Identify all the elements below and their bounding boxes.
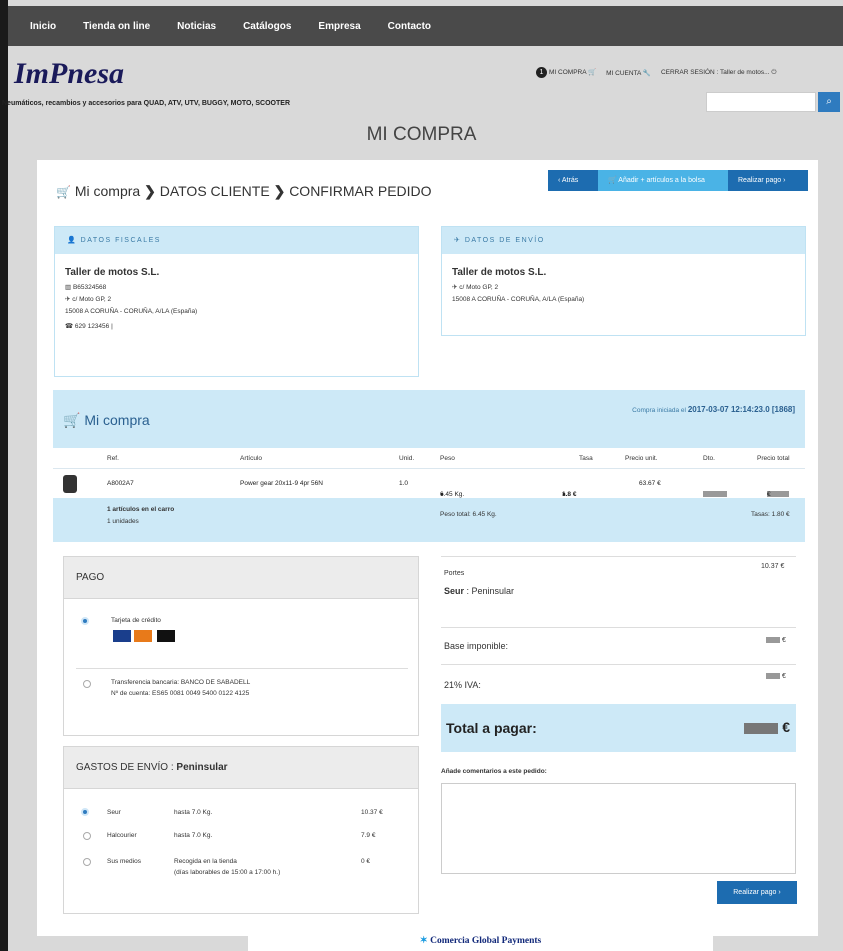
logout-link[interactable]: CERRAR SESIÓN : Taller de motos... ⏻ [661,69,777,77]
shipping-costs-box: GASTOS DE ENVÍO : Peninsular Seur hasta … [63,746,419,914]
power-icon: ⏻ [771,68,777,76]
fiscal-data-header: 👤 DATOS FISCALES [55,227,418,254]
shipping-street: ✈ c/ Moto GP, 2 [452,284,499,291]
radio-sus-medios[interactable] [83,858,91,866]
tire-thumbnail[interactable] [63,475,77,493]
step-confirm: CONFIRMAR PEDIDO [289,183,432,199]
radio-credit-card[interactable] [81,617,89,625]
cart-title: 🛒 Mi compra [63,412,150,428]
base-value: € [766,637,786,644]
table-row: A8002A7 Power gear 20x11-9 4pr 56N 1.0 ●… [53,468,805,498]
payment-gateway-banner: ✶ Comercia Global Payments [248,932,713,951]
shipping-costs-header: GASTOS DE ENVÍO : Peninsular [64,747,418,789]
cart-link[interactable]: 1 MI COMPRA 🛒 [536,67,596,78]
divider [441,664,796,665]
radio-seur[interactable] [81,808,89,816]
comments-textarea[interactable] [441,783,796,874]
action-buttons: ‹ Atrás 🛒 Añadir + artículos a la bolsa … [548,170,808,191]
account-link[interactable]: MI CUENTA 🔧 [606,69,651,77]
brand-logo[interactable]: ImPnesa [14,57,124,91]
divider [441,556,796,557]
cart-section: 🛒 Mi compra Compra iniciada el 2017-03-0… [53,390,805,542]
cart-icon: 🛒 [588,69,597,76]
breadcrumb: 🛒 Mi compra ❯ DATOS CLIENTE ❯ CONFIRMAR … [56,183,432,200]
map-marker-icon: ✈ [65,296,71,303]
fiscal-name: Taller de motos S.L. [65,267,160,278]
step-client[interactable]: DATOS CLIENTE [160,183,270,199]
chevron-right-icon: ❯ [144,183,160,199]
total-value: € [744,719,790,735]
map-marker-icon: ✈ [452,284,458,291]
user-navigation: 1 MI COMPRA 🛒 MI CUENTA 🔧 CERRAR SESIÓN :… [536,67,777,78]
lacaixa-star-icon: ✶ [419,936,428,946]
shipping-city: 15008 A CORUÑA - CORUÑA, A/LA (España) [452,296,585,303]
shipping-name: Taller de motos S.L. [452,267,547,278]
radio-bank-transfer[interactable] [83,680,91,688]
cart-icon: 🛒 [63,412,81,428]
lacaixa-icon [157,630,175,642]
total-to-pay: Total a pagar: € [441,704,796,752]
search-input[interactable] [706,92,816,112]
payment-header: PAGO [64,557,418,599]
comments-label: Añade comentarios a este pedido: [441,768,547,775]
top-navigation: Inicio Tienda on line Noticias Catálogos… [8,6,843,46]
portes-label: Portes [444,570,465,577]
fiscal-phone: ☎ 629 123456 | [65,323,113,330]
fiscal-street: ✈ c/ Moto GP, 2 [65,296,112,303]
fiscal-id: ▥ B65324568 [65,284,107,291]
search-icon: ⌕ [826,96,832,107]
nav-catalogos[interactable]: Catálogos [243,21,291,32]
nav-contacto[interactable]: Contacto [388,21,431,32]
cart-footer: 1 artículos en el carro 1 unidades Peso … [107,506,790,525]
send-icon: ✈ [454,237,462,244]
base-label: Base imponible: [444,641,509,651]
visa-card-icon [113,630,131,642]
phone-icon: ☎ [65,323,74,330]
divider [441,627,796,628]
nav-tienda[interactable]: Tienda on line [83,21,150,32]
pay-button-top[interactable]: Realizar pago › [728,170,808,191]
step-cart[interactable]: Mi compra [75,183,140,199]
total-label: Total a pagar: [446,720,537,736]
page-title: MI COMPRA [366,124,477,145]
payment-box: PAGO Tarjeta de crédito Transferencia ba… [63,556,419,736]
divider [76,668,408,669]
pay-button-bottom[interactable]: Realizar pago › [717,881,797,904]
carrier: Seur : Peninsular [444,586,515,596]
cart-table-header: Ref. Artículo Unid. Peso Tasa Precio uni… [53,448,805,468]
nav-noticias[interactable]: Noticias [177,21,216,32]
iva-value: € [766,673,786,680]
fiscal-city: 15008 A CORUÑA - CORUÑA, A/LA (España) [65,308,198,315]
add-items-button[interactable]: 🛒 Añadir + artículos a la bolsa [598,170,728,191]
iva-label: 21% IVA: [444,680,481,690]
mastercard-icon [134,630,152,642]
user-icon: 👤 [67,237,78,244]
fiscal-data-box: 👤 DATOS FISCALES Taller de motos S.L. ▥ … [54,226,419,377]
cart-started: Compra iniciada el 2017-03-07 12:14:23.0… [632,405,795,414]
brand-tagline: Neumáticos, recambios y accesorios para … [2,100,290,107]
cart-count-badge: 1 [536,67,547,78]
nav-inicio[interactable]: Inicio [30,21,56,32]
search-button[interactable]: ⌕ [818,92,840,112]
radio-halcourier[interactable] [83,832,91,840]
nav-empresa[interactable]: Empresa [318,21,360,32]
shipping-data-header: ✈ DATOS DE ENVÍO [442,227,805,254]
back-button[interactable]: ‹ Atrás [548,170,598,191]
cart-icon: 🛒 [56,185,71,199]
wrench-icon: 🔧 [642,69,651,77]
shipping-data-box: ✈ DATOS DE ENVÍO Taller de motos S.L. ✈ … [441,226,806,336]
barcode-icon: ▥ [65,284,72,291]
chevron-right-icon: ❯ [273,183,290,199]
portes-value: 10.37 € [761,563,785,570]
